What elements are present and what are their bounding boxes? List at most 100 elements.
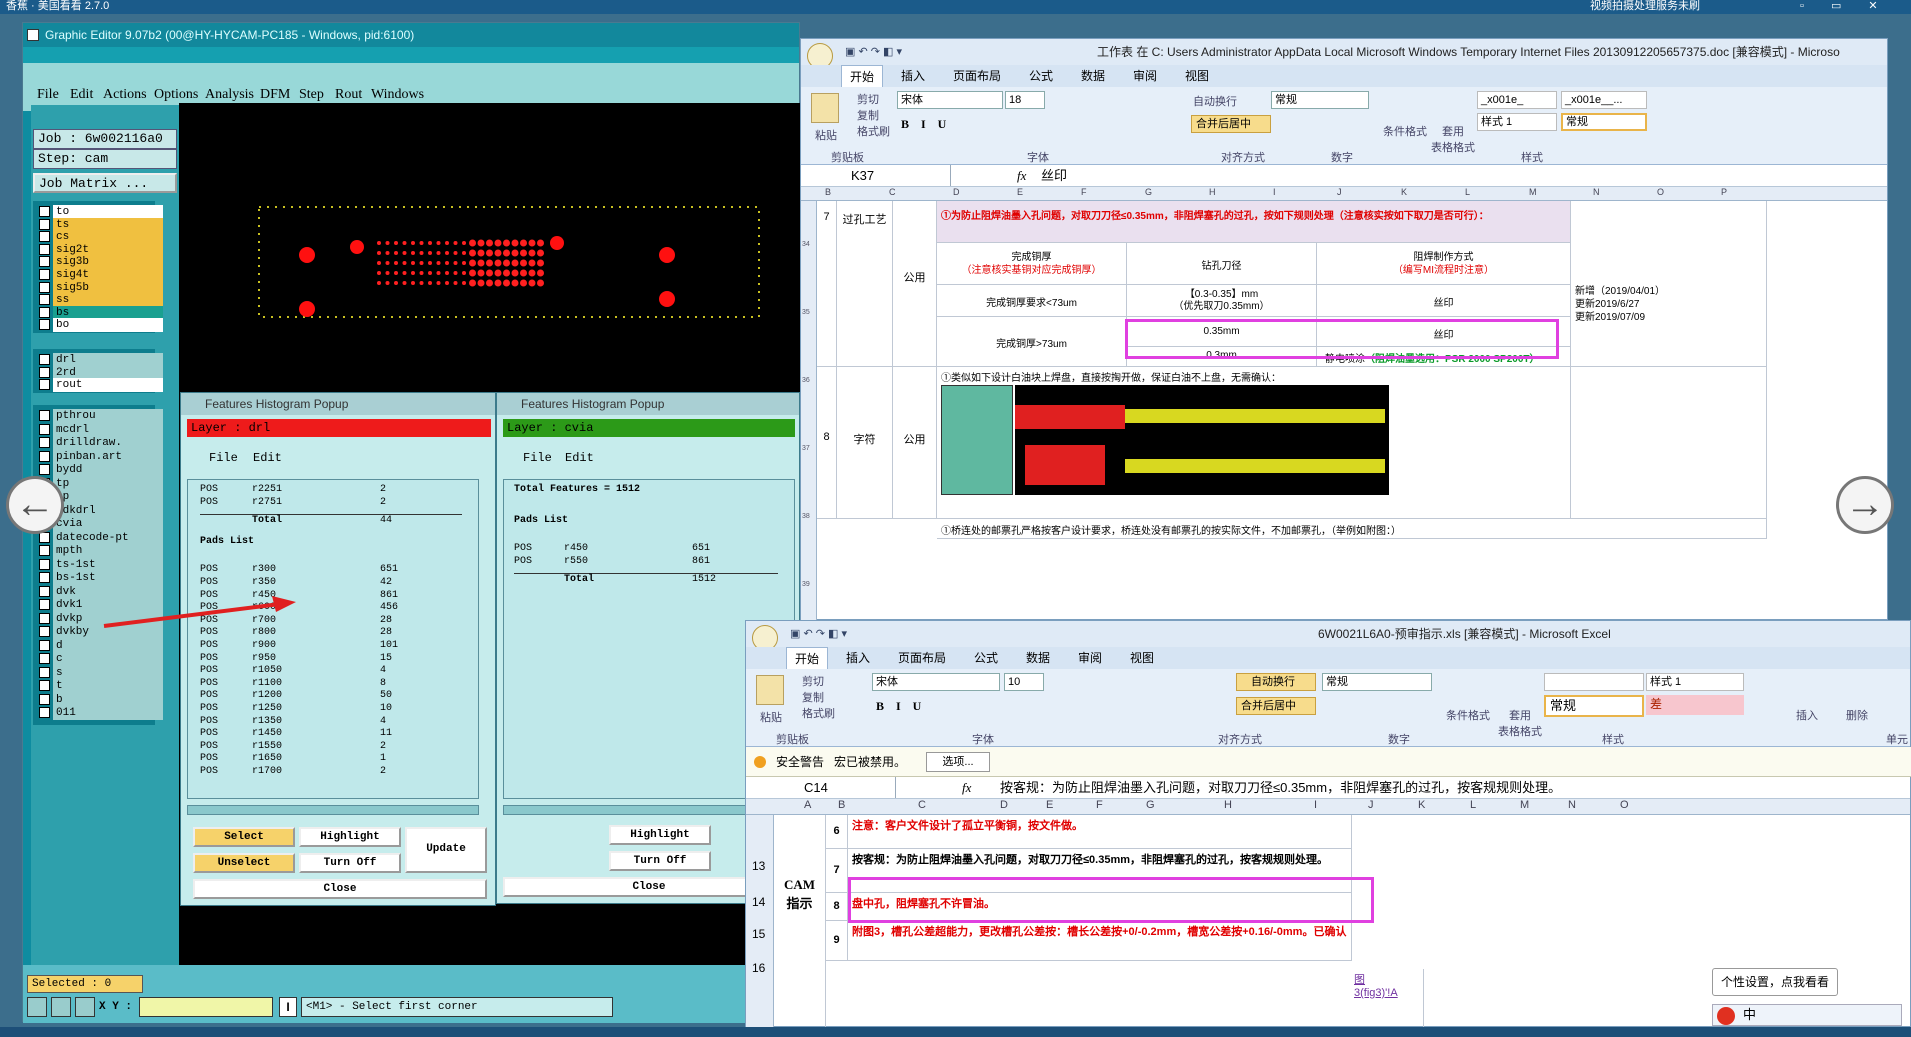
col-header[interactable]: O — [1620, 799, 1629, 811]
tab-1[interactable]: 插入 — [893, 65, 933, 87]
layer-checkbox[interactable] — [39, 680, 50, 691]
layer-row[interactable]: bs-1st — [39, 571, 163, 585]
quick-access-toolbar[interactable]: ▣ ↶ ↷ ◧ ▾ — [790, 621, 847, 647]
layer-checkbox[interactable] — [39, 243, 50, 255]
menu-step[interactable]: Step — [299, 87, 324, 103]
tab-3[interactable]: 公式 — [1021, 65, 1061, 87]
row-number[interactable]: 38 — [802, 513, 810, 520]
layer-checkbox[interactable] — [39, 256, 50, 268]
col-header[interactable]: A — [804, 799, 811, 811]
format-painter-button[interactable]: 格式刷 — [802, 705, 835, 721]
histogram-row[interactable]: POS r950 15 — [200, 653, 478, 666]
copy-button[interactable]: 复制 — [857, 107, 879, 123]
row-number[interactable]: 16 — [752, 961, 765, 975]
layer-checkbox[interactable] — [39, 626, 50, 637]
number-format-select[interactable]: 常规 — [1271, 91, 1369, 109]
layer-checkbox[interactable] — [39, 707, 50, 718]
col-header[interactable]: N — [1568, 799, 1576, 811]
highlight-button[interactable]: Highlight — [609, 825, 711, 845]
layer-checkbox[interactable] — [39, 319, 50, 331]
col-header[interactable]: P — [1721, 187, 1727, 197]
layer-checkbox[interactable] — [39, 410, 50, 421]
col-header[interactable]: B — [825, 187, 831, 197]
menu-rout[interactable]: Rout — [335, 87, 362, 103]
layer-row[interactable]: b — [39, 692, 163, 707]
layer-row[interactable]: d — [39, 638, 163, 653]
col-header[interactable]: H — [1209, 187, 1216, 197]
layer-checkbox[interactable] — [39, 281, 50, 293]
col-header[interactable]: G — [1146, 799, 1155, 811]
font-size-select[interactable]: 10 — [1004, 673, 1044, 691]
conditional-format-button[interactable]: 条件格式 — [1383, 123, 1427, 139]
horizontal-scrollbar[interactable] — [187, 805, 479, 815]
layer-checkbox[interactable] — [39, 693, 50, 705]
select-button[interactable]: Select — [193, 827, 295, 847]
style-cell-1[interactable]: _x001e_ — [1477, 91, 1557, 109]
style-cell-2[interactable]: _x001e__... — [1561, 91, 1647, 109]
font-name-select[interactable]: 宋体 — [897, 91, 1003, 109]
col-header[interactable]: J — [1337, 187, 1342, 197]
tab-2[interactable]: 页面布局 — [945, 65, 1009, 87]
layer-checkbox[interactable] — [39, 585, 50, 597]
layer-checkbox[interactable] — [39, 558, 50, 570]
tab-0[interactable]: 开始 — [786, 647, 829, 670]
histogram-row[interactable]: POS r1550 2 — [200, 741, 478, 754]
layer-row[interactable]: drilldraw. — [39, 436, 163, 450]
link-fig3[interactable]: 图 3(fig3)'!A — [1352, 969, 1424, 1029]
histogram-row[interactable]: POS r2251 2 — [200, 484, 478, 497]
menu-edit[interactable]: Edit — [70, 87, 93, 103]
highlight-button[interactable]: Highlight — [299, 827, 401, 847]
turn-off-button[interactable]: Turn Off — [609, 851, 711, 871]
layer-row[interactable]: rout — [39, 378, 163, 393]
table-format-button[interactable]: 套用 表格格式 — [1498, 707, 1542, 739]
next-image-button[interactable]: → — [1836, 476, 1894, 534]
histogram-row[interactable]: POS r350 42 — [200, 577, 478, 590]
tab-4[interactable]: 数据 — [1073, 65, 1113, 87]
menu-windows[interactable]: Windows — [371, 87, 424, 103]
style-cell-blank[interactable] — [1544, 673, 1644, 691]
layer-checkbox[interactable] — [39, 294, 50, 306]
histogram-row[interactable]: POS r1200 50 — [200, 690, 478, 703]
histogram-row[interactable]: POS r2751 2 — [200, 497, 478, 510]
layer-checkbox[interactable] — [39, 306, 50, 318]
close-button[interactable]: Close — [193, 879, 487, 899]
style-cell-bad[interactable]: 差 — [1646, 695, 1744, 715]
layer-row[interactable]: bo — [39, 318, 163, 333]
tab-1[interactable]: 插入 — [838, 647, 878, 669]
name-box[interactable]: K37 — [801, 165, 951, 186]
xy-input[interactable] — [139, 997, 273, 1017]
window-controls[interactable]: ▫ ▭ ✕ — [1800, 0, 1890, 13]
delete-button[interactable]: 删除 — [1846, 707, 1868, 723]
layer-row[interactable]: mpth — [39, 544, 163, 558]
layer-checkbox[interactable] — [39, 450, 50, 462]
col-header[interactable]: N — [1593, 187, 1600, 197]
popup-menu-edit[interactable]: Edit — [253, 447, 282, 469]
tab-3[interactable]: 公式 — [966, 647, 1006, 669]
col-header[interactable]: D — [953, 187, 960, 197]
histogram-row[interactable]: POS r1050 4 — [200, 665, 478, 678]
col-header[interactable]: J — [1368, 799, 1374, 811]
popup-menu-file[interactable]: File — [209, 447, 238, 469]
col-header[interactable]: G — [1145, 187, 1152, 197]
layer-row[interactable]: pthrou — [39, 409, 163, 423]
col-header[interactable]: I — [1273, 187, 1276, 197]
table-format-button[interactable]: 套用 表格格式 — [1431, 123, 1475, 155]
col-header[interactable]: F — [1081, 187, 1087, 197]
formula-input[interactable]: 按客规：为防止阻焊油墨入孔问题，对取刀刀径≤0.35mm，非阻焊塞孔的过孔，按客… — [1000, 777, 1561, 799]
font-size-select[interactable]: 18 — [1005, 91, 1045, 109]
layer-row[interactable]: pinban.art — [39, 449, 163, 464]
update-button[interactable]: Update — [405, 827, 487, 873]
layer-checkbox[interactable] — [39, 639, 50, 651]
layer-checkbox[interactable] — [39, 354, 50, 365]
col-header[interactable]: D — [1000, 799, 1008, 811]
layer-row[interactable]: t — [39, 679, 163, 693]
insert-button[interactable]: 插入 — [1796, 707, 1818, 723]
layer-checkbox[interactable] — [39, 653, 50, 664]
histogram-row[interactable]: POS r550 861 — [514, 556, 794, 569]
menu-actions[interactable]: Actions — [103, 87, 147, 103]
quick-access-toolbar[interactable]: ▣ ↶ ↷ ◧ ▾ — [845, 39, 902, 65]
layer-checkbox[interactable] — [39, 599, 50, 610]
col-header[interactable]: K — [1401, 187, 1407, 197]
cut-button[interactable]: 剪切 — [857, 91, 879, 107]
col-header[interactable]: L — [1470, 799, 1476, 811]
